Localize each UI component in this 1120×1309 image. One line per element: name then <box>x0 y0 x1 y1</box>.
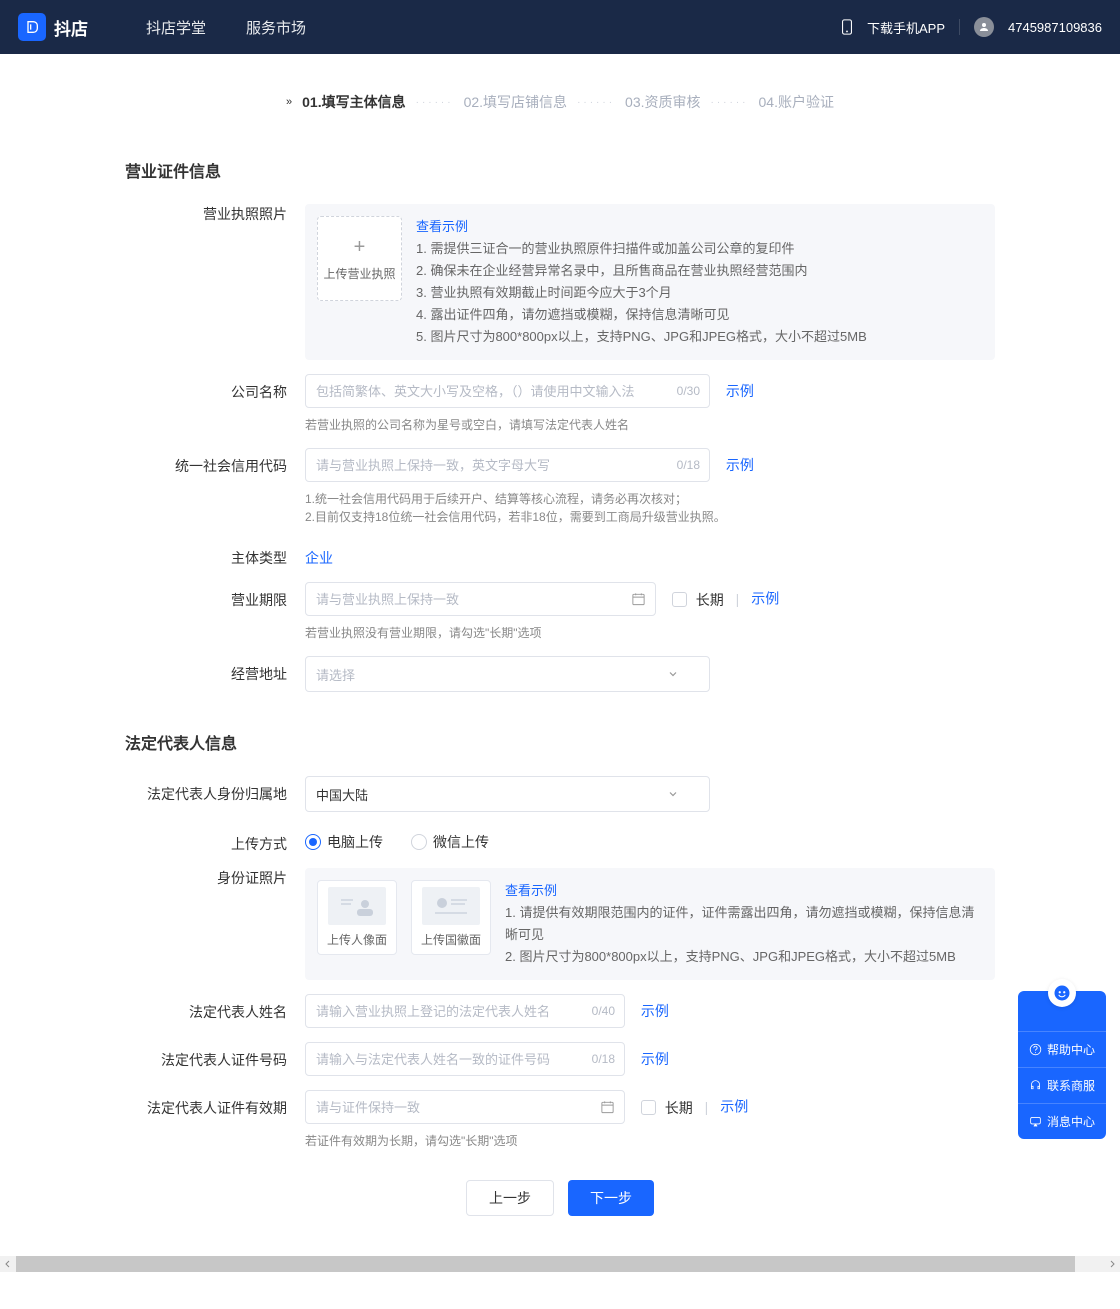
step-arrow-icon: » <box>286 96 292 108</box>
credit-code-input[interactable] <box>305 448 710 482</box>
company-name-input[interactable] <box>305 374 710 408</box>
float-bot[interactable] <box>1018 991 1106 1031</box>
label-credit-code: 统一社会信用代码 <box>125 448 305 526</box>
step-4: 04.账户验证 <box>759 92 834 112</box>
chevron-down-icon <box>667 668 679 680</box>
hint-biz-period: 若营业执照没有营业期限，请勾选"长期"选项 <box>305 624 995 642</box>
float-panel: 帮助中心 联系商服 消息中心 <box>1018 991 1106 1139</box>
longterm-checkbox-id[interactable] <box>641 1100 656 1115</box>
radio-wechat-upload[interactable]: 微信上传 <box>411 832 489 852</box>
example-legal-expiry[interactable]: 示例 <box>720 1099 748 1115</box>
float-message[interactable]: 消息中心 <box>1018 1103 1106 1139</box>
next-button[interactable]: 下一步 <box>568 1180 654 1216</box>
label-entity-type: 主体类型 <box>125 540 305 568</box>
step-1: 01.填写主体信息 <box>302 92 405 112</box>
biz-period-input[interactable] <box>305 582 656 616</box>
message-icon <box>1029 1115 1042 1128</box>
longterm-checkbox-biz[interactable] <box>672 592 687 607</box>
horizontal-scrollbar[interactable] <box>0 1256 1120 1272</box>
example-legal-idno[interactable]: 示例 <box>641 1051 669 1067</box>
view-example-id[interactable]: 查看示例 <box>505 883 557 898</box>
user-id[interactable]: 4745987109836 <box>1008 20 1102 35</box>
float-contact[interactable]: 联系商服 <box>1018 1067 1106 1103</box>
example-company[interactable]: 示例 <box>726 383 754 399</box>
radio-pc-upload[interactable]: 电脑上传 <box>305 832 383 852</box>
hint-company: 若营业执照的公司名称为星号或空白，请填写法定代表人姓名 <box>305 416 995 434</box>
scrollbar-thumb[interactable] <box>16 1256 1075 1272</box>
legal-idno-input[interactable] <box>305 1042 625 1076</box>
prev-button[interactable]: 上一步 <box>466 1180 554 1216</box>
chevron-down-icon <box>667 788 679 800</box>
radio-icon <box>411 834 427 850</box>
section-title-biz: 营业证件信息 <box>125 158 995 182</box>
nav-market[interactable]: 服务市场 <box>246 17 306 38</box>
brand-text: 抖店 <box>54 15 88 40</box>
help-icon <box>1029 1043 1042 1056</box>
hint-legal-expiry: 若证件有效期为长期，请勾选"长期"选项 <box>305 1132 995 1150</box>
label-license: 营业执照照片 <box>125 204 305 360</box>
label-legal-expiry: 法定代表人证件有效期 <box>125 1090 305 1150</box>
example-biz-period[interactable]: 示例 <box>751 591 779 607</box>
legal-expiry-input[interactable] <box>305 1090 625 1124</box>
label-legal-idno: 法定代表人证件号码 <box>125 1042 305 1076</box>
label-id-region: 法定代表人身份归属地 <box>125 776 305 812</box>
example-legal-name[interactable]: 示例 <box>641 1003 669 1019</box>
label-biz-period: 营业期限 <box>125 582 305 642</box>
upload-id-front[interactable]: 上传人像面 <box>317 880 397 955</box>
example-credit[interactable]: 示例 <box>726 457 754 473</box>
phone-icon <box>841 19 853 35</box>
label-company-name: 公司名称 <box>125 374 305 434</box>
section-title-legal: 法定代表人信息 <box>125 730 995 754</box>
id-front-icon <box>337 893 377 919</box>
id-region-select[interactable]: 中国大陆 <box>305 776 710 812</box>
float-help[interactable]: 帮助中心 <box>1018 1031 1106 1067</box>
avatar-icon <box>974 17 994 37</box>
hint-credit: 1.统一社会信用代码用于后续开户、结算等核心流程，请务必再次核对； 2.目前仅支… <box>305 490 995 526</box>
label-id-photo: 身份证照片 <box>125 868 305 980</box>
divider <box>959 19 960 35</box>
plus-icon: + <box>354 236 366 259</box>
top-header: 抖店 抖店学堂 服务市场 下载手机APP 4745987109836 <box>0 0 1120 54</box>
scroll-left-button[interactable] <box>0 1256 16 1272</box>
upload-license[interactable]: + 上传营业执照 <box>317 216 402 301</box>
biz-address-select[interactable]: 请选择 <box>305 656 710 692</box>
nav-school[interactable]: 抖店学堂 <box>146 17 206 38</box>
step-2: 02.填写店铺信息 <box>464 92 567 112</box>
label-legal-name: 法定代表人姓名 <box>125 994 305 1028</box>
bot-icon <box>1053 984 1071 1002</box>
headset-icon <box>1029 1079 1042 1092</box>
upload-id-back[interactable]: 上传国徽面 <box>411 880 491 955</box>
view-example-license[interactable]: 查看示例 <box>416 219 468 234</box>
step-indicator: » 01.填写主体信息 ······ 02.填写店铺信息 ······ 03.资… <box>0 54 1120 140</box>
id-back-icon <box>431 893 471 919</box>
label-upload-method: 上传方式 <box>125 826 305 854</box>
legal-name-input[interactable] <box>305 994 625 1028</box>
download-link[interactable]: 下载手机APP <box>867 18 945 37</box>
entity-type-value: 企业 <box>305 540 995 568</box>
logo-icon <box>18 13 46 41</box>
step-3: 03.资质审核 <box>625 92 700 112</box>
scroll-right-button[interactable] <box>1104 1256 1120 1272</box>
radio-icon <box>305 834 321 850</box>
label-biz-address: 经营地址 <box>125 656 305 692</box>
